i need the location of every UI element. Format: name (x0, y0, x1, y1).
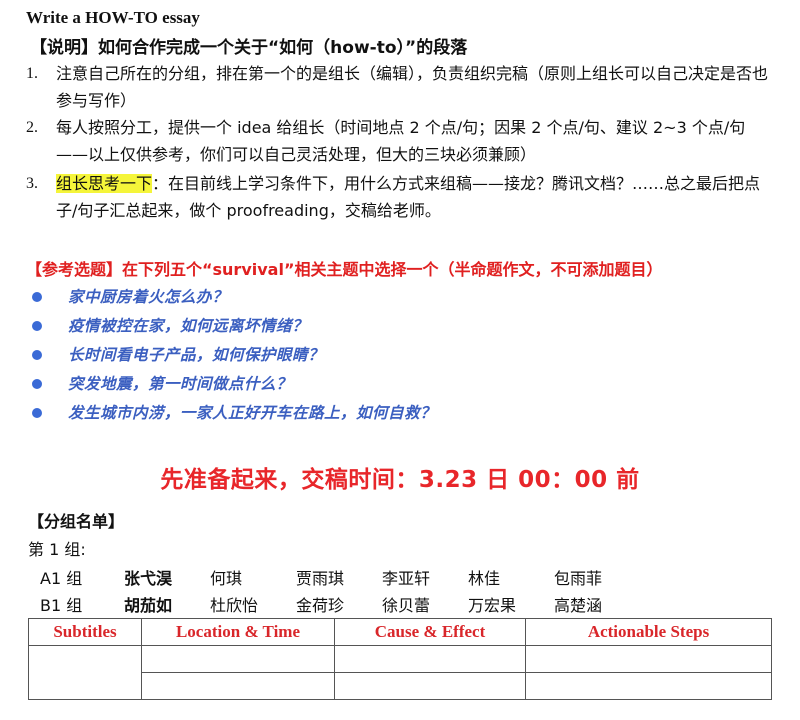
rule-text: ：在目前线上学习条件下，用什么方式来组稿——接龙？腾讯文档？……总之最后把点子/… (56, 174, 761, 220)
member-name-leader: 胡茄如 (124, 596, 173, 615)
member-name: 包雨菲 (554, 569, 603, 588)
bullet-icon (32, 379, 42, 389)
table-cell (334, 672, 526, 700)
member-name: 杜欣怡 (210, 596, 259, 615)
essay-outline-table: Subtitles Location & Time Cause & Effect… (28, 618, 772, 700)
rule-item-1: 1. 注意自己所在的分组，排在第一个的是组长（编辑），负责组织完稿（原则上组长可… (26, 60, 776, 114)
table-row (28, 645, 772, 700)
rule-text: 注意自己所在的分组，排在第一个的是组长（编辑），负责组织完稿（原则上组长可以自己… (56, 64, 769, 110)
rule-item-2: 2. 每人按照分工，提供一个 idea 给组长（时间地点 2 个点/句；因果 2… (26, 114, 776, 168)
rule-text-wrapper: 组长思考一下：在目前线上学习条件下，用什么方式来组稿——接龙？腾讯文档？……总之… (56, 170, 776, 224)
member-name: 林佳 (468, 569, 501, 588)
member-name: 高楚涵 (554, 596, 603, 615)
header-location-time: Location & Time (141, 618, 335, 646)
subgroup-label: A1 组 (40, 569, 83, 588)
bullet-icon (32, 292, 42, 302)
table-cell (334, 645, 526, 673)
topic-text: 长时间看电子产品，如何保护眼睛？ (68, 346, 325, 364)
member-name-leader: 张弋淏 (124, 569, 173, 588)
deadline-notice: 先准备起来，交稿时间：3.23 日 00：00 前 (160, 467, 640, 493)
group-list-heading: 【分组名单】 (28, 512, 125, 531)
header-subtitles: Subtitles (28, 618, 142, 646)
rule-number: 1. (26, 65, 38, 82)
reference-topics-heading: 【参考选题】在下列五个“survival”相关主题中选择一个（半命题作文，不可添… (26, 260, 663, 279)
rule-text: 每人按照分工，提供一个 idea 给组长（时间地点 2 个点/句；因果 2 个点… (56, 118, 746, 164)
rule-number: 2. (26, 119, 38, 136)
member-name: 徐贝蕾 (382, 596, 431, 615)
header-cause-effect: Cause & Effect (334, 618, 526, 646)
topic-text: 发生城市内涝，一家人正好开车在路上，如何自救？ (68, 404, 437, 422)
table-cell (28, 645, 142, 700)
member-name: 李亚轩 (382, 569, 431, 588)
group-name: 第 1 组: (28, 540, 86, 559)
member-name: 金荷珍 (296, 596, 345, 615)
table-cell (525, 672, 772, 700)
rule-item-3: 3. 组长思考一下：在目前线上学习条件下，用什么方式来组稿——接龙？腾讯文档？…… (26, 170, 776, 224)
rule-number: 3. (26, 175, 38, 192)
table-cell (141, 645, 335, 673)
bullet-icon (32, 321, 42, 331)
document-page: Write a HOW-TO essay 【说明】如何合作完成一个关于“如何（h… (0, 0, 800, 720)
bullet-icon (32, 350, 42, 360)
essay-title: Write a HOW-TO essay (26, 8, 200, 27)
table-header-row: Subtitles Location & Time Cause & Effect… (28, 618, 772, 646)
member-name: 万宏果 (468, 596, 517, 615)
subgroup-label: B1 组 (40, 596, 83, 615)
instructions-heading: 【说明】如何合作完成一个关于“如何（how-to）”的段落 (30, 38, 468, 58)
topic-text: 家中厨房着火怎么办？ (68, 288, 229, 306)
member-name: 何琪 (210, 569, 243, 588)
topic-text: 突发地震，第一时间做点什么？ (68, 375, 293, 393)
topic-text: 疫情被控在家，如何远离坏情绪？ (68, 317, 309, 335)
header-actionable-steps: Actionable Steps (525, 618, 772, 646)
member-name: 贾雨琪 (296, 569, 345, 588)
highlighted-text: 组长思考一下 (56, 174, 153, 193)
bullet-icon (32, 408, 42, 418)
table-cell (141, 672, 335, 700)
table-cell (525, 645, 772, 673)
